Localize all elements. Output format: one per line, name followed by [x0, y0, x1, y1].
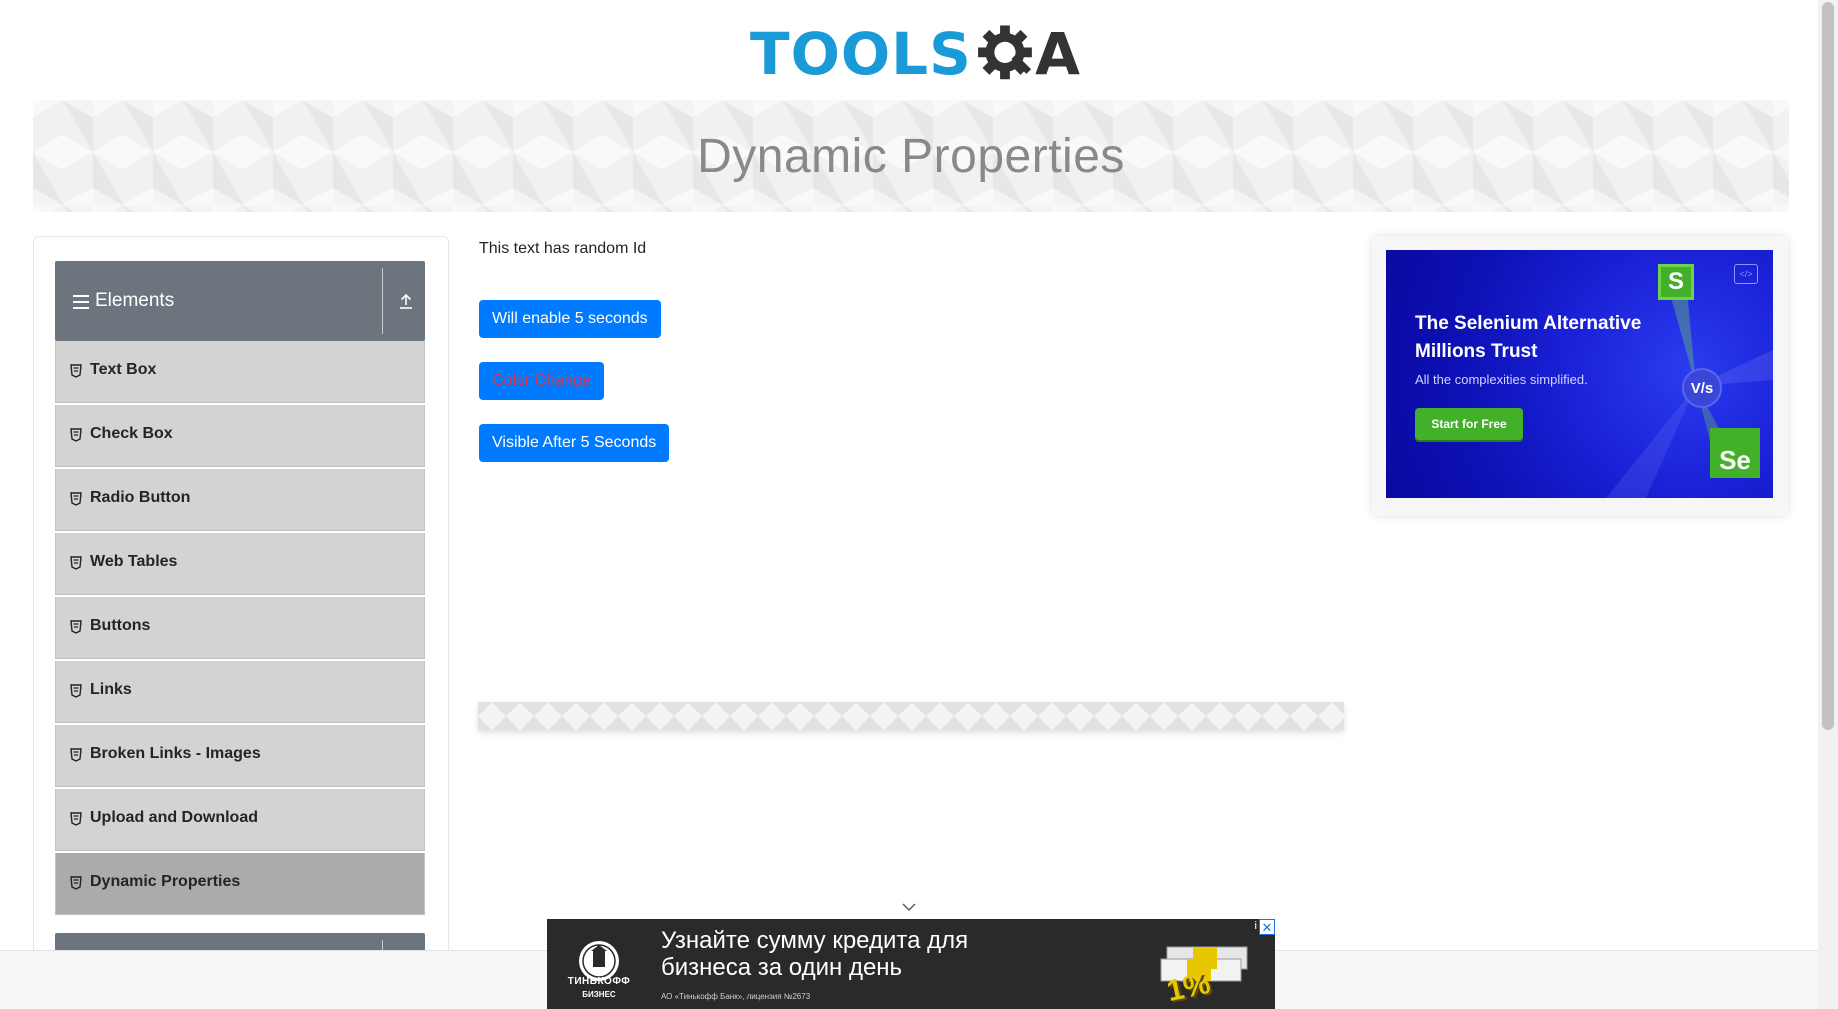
- menu-item-label: Broken Links - Images: [90, 745, 261, 762]
- page-scrollbar[interactable]: [1818, 0, 1838, 1009]
- close-icon[interactable]: ✕: [1259, 919, 1275, 935]
- menu-item-label: Dynamic Properties: [90, 873, 241, 890]
- color-change-button[interactable]: Color Change: [479, 362, 604, 400]
- right-ad[interactable]: </> S V/s Se The Selenium Alternative Mi…: [1372, 236, 1788, 516]
- selenium-logo-icon: Se: [1710, 428, 1760, 478]
- visible-after-button[interactable]: Visible After 5 Seconds: [479, 424, 670, 462]
- menu-list: Text Box Check Box Radio Button Web Tabl…: [55, 341, 425, 917]
- menu-item-label: Upload and Download: [90, 809, 258, 826]
- menu-item-web-tables[interactable]: Web Tables: [55, 533, 425, 595]
- html5-icon: [70, 684, 82, 698]
- logo-text: TOOLS: [750, 20, 972, 88]
- bank-name: ТИНЬКОФФ: [567, 976, 631, 987]
- chevron-down-icon[interactable]: [902, 902, 916, 912]
- toolsqa-logo[interactable]: TOOLS A: [750, 14, 1080, 94]
- bottom-ad[interactable]: ТИНЬКОФФ БИЗНЕС Узнайте сумму кредита дл…: [547, 919, 1275, 1009]
- ad-title: The Selenium Alternative Millions Trust: [1415, 313, 1642, 362]
- html5-icon: [70, 556, 82, 570]
- page: TOOLS A Dynamic Properties Elements Text…: [0, 0, 1838, 1009]
- hamburger-icon: [73, 295, 89, 309]
- menu-item-links[interactable]: Links: [55, 661, 425, 723]
- menu-item-label: Text Box: [90, 361, 157, 378]
- html5-icon: [70, 428, 82, 442]
- html5-icon: [70, 620, 82, 634]
- collapse-arrow-icon[interactable]: [397, 291, 415, 311]
- bank-subtitle: БИЗНЕС: [582, 990, 616, 999]
- page-banner: Dynamic Properties: [33, 100, 1789, 212]
- menu-item-label: Buttons: [90, 617, 151, 634]
- menu-item-label: Links: [90, 681, 132, 698]
- ad-info-icon[interactable]: i: [1255, 920, 1257, 932]
- menu-item-radio-button[interactable]: Radio Button: [55, 469, 425, 531]
- menu-item-label: Web Tables: [90, 553, 178, 570]
- group-label: Elements: [95, 290, 175, 311]
- html5-icon: [70, 812, 82, 826]
- html5-icon: [70, 492, 82, 506]
- ad-fine-print: АО «Тинькофф Банк», лицензия №2673: [661, 992, 811, 1001]
- menu-item-label: Radio Button: [90, 489, 191, 506]
- group-header-elements[interactable]: Elements: [55, 261, 425, 341]
- gear-magnifier-icon: [977, 25, 1032, 80]
- menu-item-label: Check Box: [90, 425, 173, 442]
- ad-creative[interactable]: </> S V/s Se The Selenium Alternative Mi…: [1386, 250, 1773, 498]
- menu-item-check-box[interactable]: Check Box: [55, 405, 425, 467]
- random-id-text: This text has random Id: [479, 240, 647, 257]
- menu-item-broken-links[interactable]: Broken Links - Images: [55, 725, 425, 787]
- scrollbar-thumb[interactable]: [1822, 2, 1834, 730]
- html5-icon: [70, 876, 82, 890]
- menu-item-dynamic-properties[interactable]: Dynamic Properties: [55, 853, 425, 915]
- header-divider: [382, 268, 383, 334]
- code-icon: </>: [1734, 264, 1758, 284]
- ad-headline: Узнайте сумму кредита для бизнеса за оди…: [661, 927, 969, 981]
- enable-after-button[interactable]: Will enable 5 seconds: [479, 300, 661, 338]
- menu-item-buttons[interactable]: Buttons: [55, 597, 425, 659]
- html5-icon: [70, 364, 82, 378]
- content-footer-strip: [478, 702, 1344, 730]
- html5-icon: [70, 748, 82, 762]
- logo-suffix: A: [1035, 20, 1080, 88]
- menu-item-text-box[interactable]: Text Box: [55, 341, 425, 403]
- start-free-button[interactable]: Start for Free: [1415, 408, 1523, 440]
- versus-badge: V/s: [1682, 368, 1722, 408]
- page-title: Dynamic Properties: [697, 129, 1125, 183]
- ad-subtitle: All the complexities simplified.: [1415, 372, 1588, 387]
- left-panel: Elements Text Box Check Box Radio Button: [33, 236, 449, 1009]
- s-badge-icon: S: [1658, 264, 1694, 300]
- menu-item-upload-download[interactable]: Upload and Download: [55, 789, 425, 851]
